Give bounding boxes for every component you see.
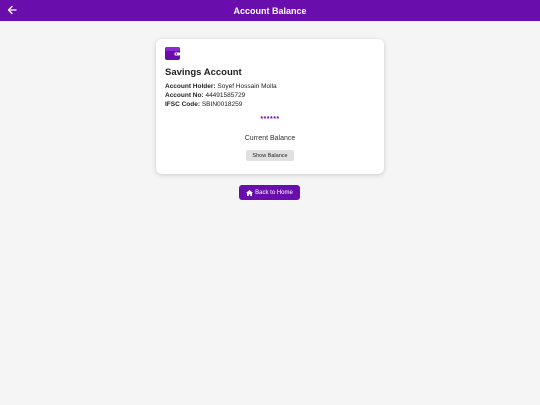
page-title: Account Balance <box>233 5 307 16</box>
ifsc-code-row: IFSC Code: SBIN0018259 <box>165 101 242 108</box>
home-icon <box>246 189 254 196</box>
account-number-row: Account No: 44491585729 <box>165 92 245 99</box>
ifsc-code-value: SBIN0018259 <box>201 101 243 108</box>
account-holder-value: Soyef Hossain Molla <box>217 83 277 90</box>
ifsc-code-label: IFSC Code: <box>165 101 201 108</box>
account-number-value: 44491585729 <box>205 92 246 99</box>
account-card: Savings Account Account Holder: Soyef Ho… <box>156 39 384 174</box>
show-balance-button[interactable]: Show Balance <box>246 150 294 161</box>
account-number-label: Account No: <box>165 92 204 99</box>
account-holder-row: Account Holder: Soyef Hossain Molla <box>165 83 277 90</box>
masked-balance: ****** <box>260 116 280 123</box>
back-to-home-label: Back to Home <box>255 189 293 196</box>
back-to-home-button[interactable]: Back to Home <box>239 185 300 200</box>
account-holder-label: Account Holder: <box>165 83 216 90</box>
current-balance-label: Current Balance <box>244 135 296 142</box>
account-type-title: Savings Account <box>165 67 242 78</box>
arrow-left-icon[interactable] <box>4 2 20 18</box>
top-app-bar: Account Balance <box>0 0 540 21</box>
wallet-icon <box>165 47 180 60</box>
